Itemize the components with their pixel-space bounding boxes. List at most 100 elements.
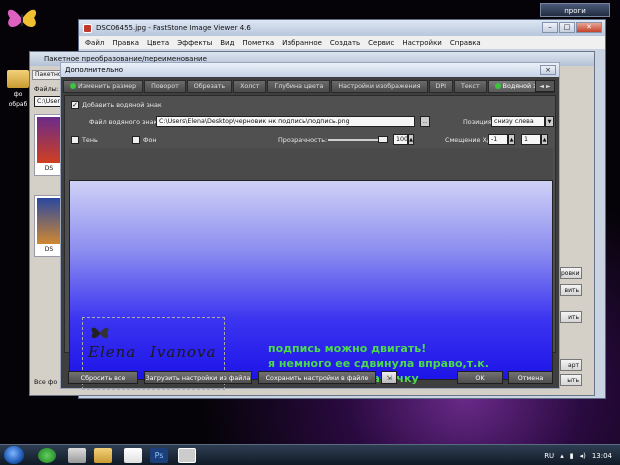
menu-tag[interactable]: Пометка xyxy=(242,39,274,47)
menu-favorites[interactable]: Избранное xyxy=(282,39,322,47)
maximize-button[interactable]: □ xyxy=(559,22,575,33)
start-button[interactable] xyxy=(4,446,24,464)
status-dot-icon xyxy=(70,83,76,89)
tab-label: Изменить размер xyxy=(78,83,137,90)
opacity-slider-thumb[interactable] xyxy=(378,136,388,143)
minimize-button[interactable]: – xyxy=(542,22,558,33)
tab-canvas[interactable]: Холст xyxy=(233,80,267,93)
add-watermark-checkbox[interactable]: ✓ xyxy=(71,101,79,109)
close-button[interactable]: ✕ xyxy=(576,22,602,33)
progi-button[interactable]: проги xyxy=(540,3,610,17)
batch-files-label: Файлы: xyxy=(34,85,59,93)
taskbar: Ps RU ▴ ▮ ◂) 13:04 xyxy=(0,444,620,465)
faststone-app-icon xyxy=(83,23,92,33)
tab-rotate[interactable]: Поворот xyxy=(144,80,186,93)
volume-icon[interactable]: ◂) xyxy=(580,452,586,460)
offset-x-spin[interactable]: ▲ xyxy=(508,134,515,145)
batch-bottom-text: Все фо xyxy=(34,378,58,386)
window-controls: – □ ✕ xyxy=(542,22,602,33)
network-icon[interactable]: ▮ xyxy=(570,452,574,460)
menu-bar: Файл Правка Цвета Эффекты Вид Пометка Из… xyxy=(79,36,605,49)
thumbnail-label: DS xyxy=(44,165,54,172)
watermark-file-label: Файл водяного знака: xyxy=(89,118,164,126)
add-watermark-label: Добавить водяной знак xyxy=(82,101,162,109)
save-settings-button[interactable]: Сохранить настройки в файле xyxy=(258,371,376,384)
desktop-folder-label-2: обраб xyxy=(8,101,28,108)
menu-edit[interactable]: Правка xyxy=(112,39,139,47)
load-settings-button[interactable]: Загрузить настройки из файла xyxy=(144,371,252,384)
faststone-title: DSC06455.jpg - FastStone Image Viewer 4.… xyxy=(96,24,251,32)
advanced-dialog: Дополнительно × Изменить размер Поворот … xyxy=(60,62,560,390)
batch-right-button[interactable]: ровки xyxy=(560,267,582,279)
watermark-word-2: Ivanova xyxy=(150,343,217,361)
batch-right-button[interactable]: арт xyxy=(560,359,582,371)
dialog-tabs: Изменить размер Поворот Обрезать Холст Г… xyxy=(63,80,556,93)
system-tray: RU ▴ ▮ ◂) 13:04 xyxy=(544,445,612,465)
photoshop-icon[interactable]: Ps xyxy=(150,448,168,463)
tab-label: Текст xyxy=(461,83,480,90)
offset-y-spin[interactable]: ▲ xyxy=(541,134,548,145)
message-line: подпись можно двигать! xyxy=(268,342,427,355)
menu-settings[interactable]: Настройки xyxy=(402,39,442,47)
app-icon[interactable] xyxy=(68,448,86,463)
offset-x-field[interactable]: -1 xyxy=(488,134,508,145)
menu-view[interactable]: Вид xyxy=(220,39,234,47)
language-indicator[interactable]: RU xyxy=(544,452,554,460)
status-dot-icon xyxy=(494,83,501,89)
tab-label: Обрезать xyxy=(193,83,226,90)
position-label: Позиция: xyxy=(463,118,494,126)
desktop-folder-label-1: фо xyxy=(13,91,23,98)
butterfly-icon xyxy=(91,327,109,339)
menu-colors[interactable]: Цвета xyxy=(147,39,169,47)
app-icon[interactable] xyxy=(124,448,142,463)
tray-icon[interactable]: ▴ xyxy=(560,452,564,460)
shadow-checkbox[interactable] xyxy=(71,136,79,144)
desktop-folder-icon[interactable]: фо обраб xyxy=(4,70,32,118)
tab-dpi[interactable]: DPI xyxy=(428,80,454,93)
offset-label: Смещение X/Y: xyxy=(445,136,495,144)
tab-resize[interactable]: Изменить размер xyxy=(63,80,144,93)
folder-icon xyxy=(7,70,29,88)
background-checkbox[interactable] xyxy=(132,136,140,144)
batch-right-button[interactable]: вить xyxy=(560,284,582,296)
butterfly-icon xyxy=(7,9,37,28)
tab-image-settings[interactable]: Настройки изображения xyxy=(331,80,428,93)
opacity-spin[interactable]: ▲ xyxy=(408,134,414,145)
menu-effects[interactable]: Эффекты xyxy=(177,39,212,47)
chevron-down-icon[interactable]: ▼ xyxy=(545,116,554,127)
dialog-close-button[interactable]: × xyxy=(540,65,556,75)
shadow-label: Тень xyxy=(82,136,98,144)
clock[interactable]: 13:04 xyxy=(592,452,612,460)
tab-label: Глубина цвета xyxy=(274,83,324,90)
ok-button[interactable]: OK xyxy=(457,371,503,384)
cancel-button[interactable]: Отмена xyxy=(508,371,553,384)
batch-right-button[interactable]: ить xyxy=(560,311,582,323)
media-player-icon[interactable] xyxy=(38,448,56,463)
message-line: я немного ее сдвинула вправо,т.к. xyxy=(268,357,489,370)
menu-file[interactable]: Файл xyxy=(85,39,104,47)
reset-all-button[interactable]: Сбросить все xyxy=(68,371,138,384)
folder-open-icon[interactable]: ⇲ xyxy=(381,371,397,384)
position-select[interactable]: снизу слева xyxy=(491,116,545,127)
tab-label: DPI xyxy=(435,83,447,90)
panel-spacer xyxy=(69,148,553,180)
menu-tools[interactable]: Сервис xyxy=(368,39,394,47)
tab-label: Холст xyxy=(240,83,260,90)
menu-help[interactable]: Справка xyxy=(450,39,481,47)
batch-right-button[interactable]: ыть xyxy=(560,374,582,386)
opacity-value[interactable]: 100 xyxy=(393,134,408,145)
tab-crop[interactable]: Обрезать xyxy=(186,80,233,93)
tab-scroll-arrows[interactable]: ◄ ► xyxy=(535,80,555,92)
tab-text[interactable]: Текст xyxy=(454,80,487,93)
menu-create[interactable]: Создать xyxy=(330,39,360,47)
watermark-preview[interactable]: Elena Ivanova подпись можно двигать! я н… xyxy=(69,180,553,390)
offset-y-field[interactable]: 1 xyxy=(521,134,541,145)
faststone-taskbar-icon[interactable] xyxy=(178,448,196,463)
browse-button[interactable]: … xyxy=(420,116,430,127)
thumbnail-label: DS xyxy=(44,246,54,253)
tab-color-depth[interactable]: Глубина цвета xyxy=(267,80,331,93)
watermark-file-field[interactable]: C:\Users\Elena\Desktop\черновик нк подпи… xyxy=(156,116,415,127)
dialog-title: Дополнительно xyxy=(61,63,559,77)
explorer-icon[interactable] xyxy=(94,448,112,463)
watermark-panel: ✓ Добавить водяной знак Файл водяного зн… xyxy=(64,95,556,390)
